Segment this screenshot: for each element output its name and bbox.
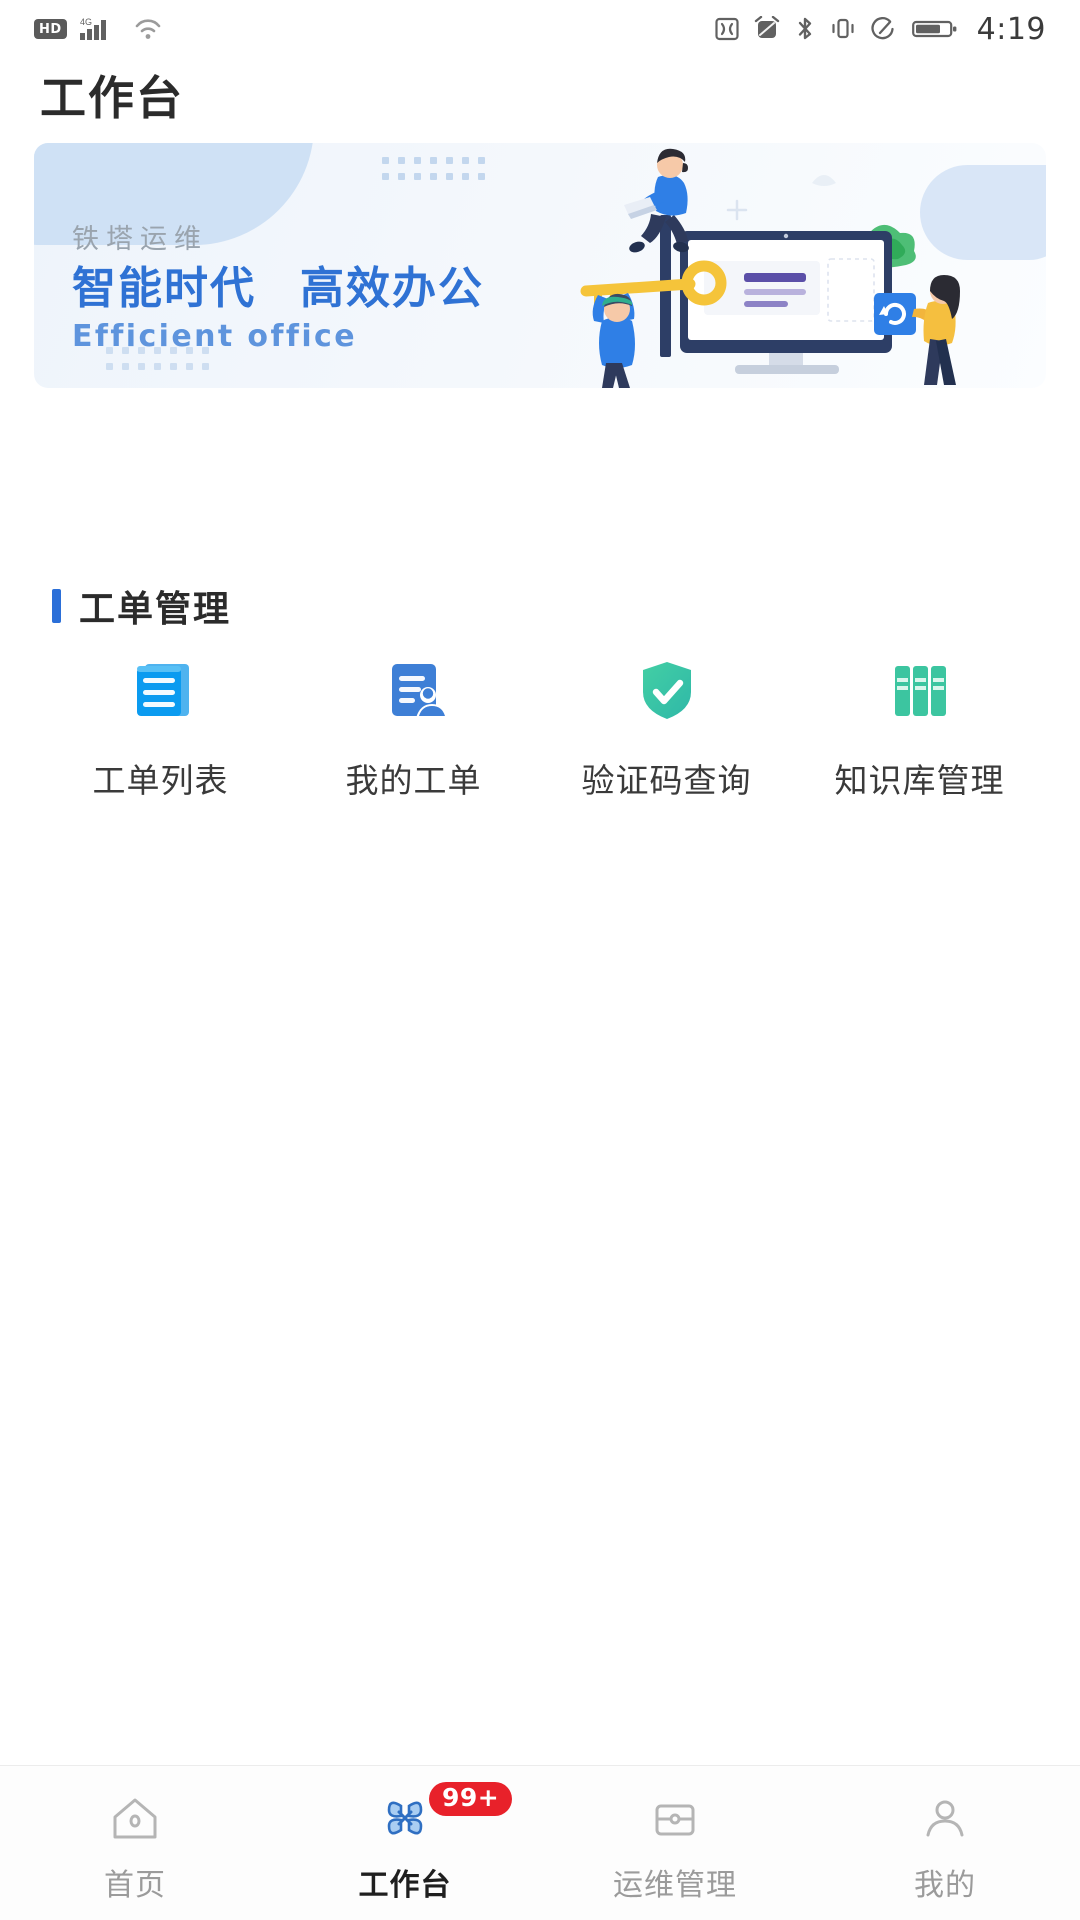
page-title: 工作台 — [40, 71, 184, 125]
tab-home[interactable]: 首页 — [0, 1790, 270, 1904]
app-label: 工单列表 — [92, 761, 229, 800]
app-item-work-order-list[interactable]: 工单列表 — [34, 648, 287, 802]
status-bar-right: 4:19 — [715, 12, 1046, 47]
vibrate-icon — [830, 16, 856, 42]
toolbox-icon — [647, 1790, 703, 1846]
bottom-tab-bar: 首页 99+ 工作台 运维管理 我的 — [0, 1765, 1080, 1920]
section-title: 工单管理 — [79, 589, 232, 630]
battery-icon — [911, 16, 958, 42]
app-grid: 工单列表 我的工单 验证码查询 知识库管理 — [34, 648, 1046, 802]
banner-headline: 智能时代 高效办公 — [72, 263, 484, 314]
cellular-signal-icon: 4G — [79, 16, 120, 42]
bluetooth-icon — [795, 16, 815, 42]
tab-label: 工作台 — [358, 1868, 452, 1903]
tab-label: 运维管理 — [613, 1868, 737, 1903]
tab-profile[interactable]: 我的 — [810, 1790, 1080, 1904]
app-label: 知识库管理 — [834, 761, 1005, 800]
notification-badge: 99+ — [429, 1782, 513, 1816]
banner-subtitle: Efficient office — [72, 319, 357, 355]
tab-workbench[interactable]: 99+ 工作台 — [270, 1782, 540, 1904]
app-label: 验证码查询 — [581, 761, 752, 800]
dot-grid-decoration-top — [382, 157, 485, 180]
books-shelf-icon — [878, 648, 962, 732]
banner-text-block: 铁塔运维 智能时代 高效办公 Efficient office — [72, 217, 484, 354]
app-item-knowledge-base[interactable]: 知识库管理 — [793, 648, 1046, 802]
document-list-icon — [119, 648, 203, 732]
promo-banner[interactable]: 铁塔运维 智能时代 高效办公 Efficient office — [34, 143, 1046, 388]
person-icon — [917, 1790, 973, 1846]
app-label: 我的工单 — [345, 761, 482, 800]
svg-text:4G: 4G — [80, 17, 92, 27]
tab-label: 我的 — [914, 1868, 976, 1903]
app-item-verification-code-query[interactable]: 验证码查询 — [540, 648, 793, 802]
banner-headline-left: 智能时代 — [72, 263, 256, 314]
office-teamwork-illustration — [562, 143, 1032, 388]
shield-check-icon — [625, 648, 709, 732]
section-header: 工单管理 — [52, 580, 231, 632]
alarm-icon — [754, 15, 780, 42]
home-icon — [107, 1790, 163, 1846]
banner-headline-right: 高效办公 — [300, 263, 484, 314]
hd-badge-icon: HD — [34, 19, 67, 39]
wifi-icon — [133, 16, 163, 42]
document-person-icon — [372, 648, 456, 732]
app-screen: HD 4G 4:19 工作台 铁塔运维 智能时代 高效办公 Efficient … — [0, 0, 1080, 1920]
section-accent-bar — [52, 589, 61, 623]
tab-label: 首页 — [104, 1868, 166, 1903]
status-bar: HD 4G 4:19 — [0, 0, 1080, 58]
status-bar-clock: 4:19 — [976, 11, 1046, 47]
nfc-icon — [715, 16, 739, 42]
banner-eyebrow: 铁塔运维 — [72, 224, 208, 255]
status-bar-left: HD 4G — [34, 16, 163, 42]
do-not-disturb-icon — [871, 16, 897, 42]
app-item-my-work-orders[interactable]: 我的工单 — [287, 648, 540, 802]
workbench-icon: 99+ — [377, 1782, 513, 1846]
tab-ops-management[interactable]: 运维管理 — [540, 1790, 810, 1904]
